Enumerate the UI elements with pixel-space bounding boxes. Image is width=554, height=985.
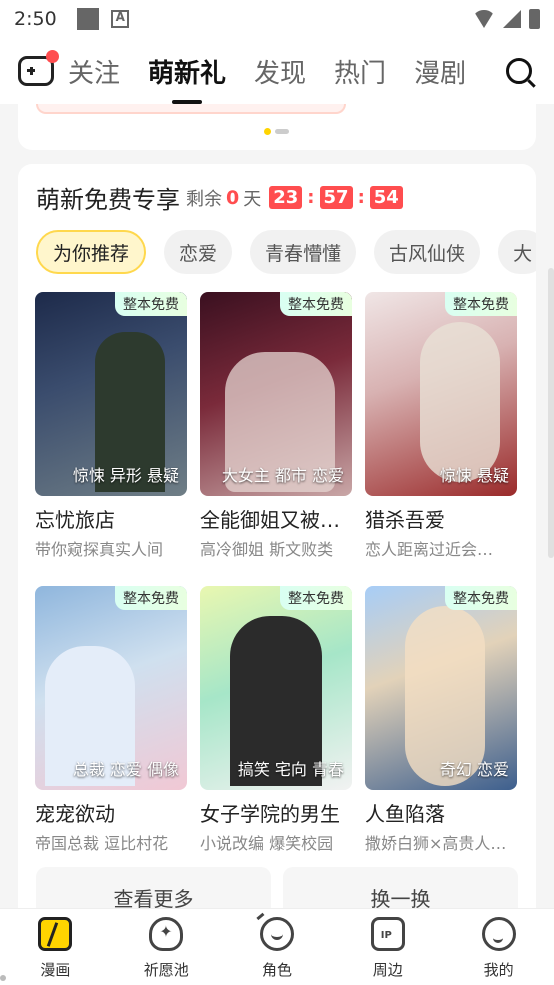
- game-controller-icon[interactable]: [18, 50, 59, 86]
- book-description: 小说改编 爆笑校园: [200, 834, 334, 853]
- merch-icon: [370, 917, 405, 951]
- free-badge: 整本免费: [115, 292, 187, 316]
- book-tags: 搞笑 宅向 青春: [237, 760, 344, 779]
- status-bar: 2:50: [0, 0, 554, 38]
- book-item[interactable]: 整本免费 搞笑 宅向 青春 女子学院的男生 小说改编 爆笑校园: [200, 586, 352, 854]
- remaining-label: 剩余: [186, 188, 222, 210]
- countdown-separator: :: [357, 187, 365, 208]
- nav-comic[interactable]: 漫画: [0, 909, 111, 985]
- wish-pool-icon: [149, 917, 184, 951]
- nav-label: 漫画: [40, 961, 71, 979]
- chip-more[interactable]: 大: [498, 230, 536, 274]
- book-title[interactable]: 忘忧旅店: [35, 504, 187, 533]
- app-notification-icon: [110, 10, 129, 28]
- free-badge: 整本免费: [280, 586, 352, 610]
- character-icon: [259, 917, 294, 951]
- free-badge: 整本免费: [445, 586, 517, 610]
- battery-icon: [529, 9, 540, 29]
- signal-icon: [503, 10, 521, 28]
- book-tags: 惊悚 异形 悬疑: [72, 466, 179, 485]
- notification-dot: [46, 50, 59, 63]
- tab-follow[interactable]: 关注: [68, 53, 120, 90]
- search-icon[interactable]: [506, 58, 532, 84]
- book-item[interactable]: 整本免费 大女主 都市 恋爱 全能御姐又被… 高冷御姐 斯文败类: [200, 292, 352, 560]
- profile-icon: [481, 917, 516, 951]
- gesture-indicator: [0, 975, 6, 981]
- nav-label: 角色: [261, 961, 292, 979]
- free-badge: 整本免费: [115, 586, 187, 610]
- section-title: 萌新免费专享: [36, 186, 180, 214]
- book-cover[interactable]: 整本免费 惊悚 悬疑: [365, 292, 517, 496]
- book-title[interactable]: 宠宠欲动: [35, 798, 187, 827]
- book-item[interactable]: 整本免费 惊悚 异形 悬疑 忘忧旅店 带你窥探真实人间: [35, 292, 187, 560]
- comic-icon: [38, 917, 73, 951]
- nav-wish-pool[interactable]: 祈愿池: [111, 909, 222, 985]
- chip-youth[interactable]: 青春懵懂: [250, 230, 357, 274]
- countdown-hours: 23: [269, 186, 303, 209]
- section-header: 萌新免费专享 剩余 0 天 23 : 57 : 54: [36, 180, 403, 215]
- book-tags: 总裁 恋爱 偶像: [72, 760, 179, 779]
- tab-newbie-gift[interactable]: 萌新礼: [148, 53, 226, 90]
- chip-fantasy[interactable]: 古风仙侠: [374, 230, 481, 274]
- book-tags: 惊悚 悬疑: [439, 466, 509, 485]
- free-badge: 整本免费: [445, 292, 517, 316]
- book-item[interactable]: 整本免费 奇幻 恋爱 人鱼陷落 撒娇白狮×高贵人…: [365, 586, 517, 854]
- book-item[interactable]: 整本免费 惊悚 悬疑 猎杀吾爱 恋人距离过近会…: [365, 292, 517, 560]
- countdown-seconds: 54: [369, 186, 403, 209]
- free-exclusive-card: 萌新免费专享 剩余 0 天 23 : 57 : 54 为你推荐 恋爱 青春懵懂 …: [18, 164, 536, 924]
- book-title[interactable]: 猎杀吾爱: [365, 504, 517, 533]
- nav-me[interactable]: 我的: [443, 909, 554, 985]
- nav-merch[interactable]: 周边: [332, 909, 443, 985]
- chip-recommended[interactable]: 为你推荐: [36, 230, 147, 274]
- book-grid: 整本免费 惊悚 异形 悬疑 忘忧旅店 带你窥探真实人间 整本免费 大女主 都市 …: [35, 292, 521, 854]
- book-tags: 大女主 都市 恋爱: [221, 466, 344, 485]
- book-title[interactable]: 女子学院的男生: [200, 798, 352, 827]
- nav-label: 我的: [483, 961, 514, 979]
- book-description: 恋人距离过近会…: [365, 540, 494, 559]
- category-chips: 为你推荐 恋爱 青春懵懂 古风仙侠 大: [36, 230, 536, 274]
- book-tags: 奇幻 恋爱: [439, 760, 509, 779]
- book-description: 撒娇白狮×高贵人…: [365, 834, 507, 853]
- book-description: 高冷御姐 斯文败类: [200, 540, 334, 559]
- book-cover[interactable]: 整本免费 总裁 恋爱 偶像: [35, 586, 187, 790]
- nav-character[interactable]: 角色: [222, 909, 333, 985]
- nav-label: 周边: [372, 961, 403, 979]
- book-title[interactable]: 人鱼陷落: [365, 798, 517, 827]
- wifi-icon: [473, 10, 495, 28]
- book-cover[interactable]: 整本免费 搞笑 宅向 青春: [200, 586, 352, 790]
- tab-drama[interactable]: 漫剧: [414, 53, 466, 90]
- nav-label: 祈愿池: [143, 961, 189, 979]
- notification-icon: [76, 8, 99, 30]
- scrollbar[interactable]: [548, 268, 554, 558]
- top-navigation: 关注 萌新礼 发现 热门 漫剧: [0, 38, 554, 104]
- tab-discover[interactable]: 发现: [254, 53, 306, 90]
- chip-romance[interactable]: 恋爱: [164, 230, 233, 274]
- tab-hot[interactable]: 热门: [334, 53, 386, 90]
- book-description: 带你窥探真实人间: [35, 540, 164, 559]
- book-item[interactable]: 整本免费 总裁 恋爱 偶像 宠宠欲动 帝国总裁 逗比村花: [35, 586, 187, 854]
- countdown-separator: :: [307, 187, 315, 208]
- carousel-indicator: [264, 128, 289, 135]
- remaining-days: 0: [226, 186, 240, 209]
- banner-slide[interactable]: [36, 104, 346, 114]
- book-cover[interactable]: 整本免费 惊悚 异形 悬疑: [35, 292, 187, 496]
- free-badge: 整本免费: [280, 292, 352, 316]
- status-time: 2:50: [14, 8, 57, 30]
- book-cover[interactable]: 整本免费 奇幻 恋爱: [365, 586, 517, 790]
- days-unit: 天: [243, 188, 262, 210]
- book-title[interactable]: 全能御姐又被…: [200, 504, 352, 533]
- book-cover[interactable]: 整本免费 大女主 都市 恋爱: [200, 292, 352, 496]
- bottom-navigation: 漫画 祈愿池 角色 周边 我的: [0, 908, 554, 985]
- countdown-minutes: 57: [319, 186, 353, 209]
- banner-carousel: [18, 104, 536, 150]
- book-description: 帝国总裁 逗比村花: [35, 834, 169, 853]
